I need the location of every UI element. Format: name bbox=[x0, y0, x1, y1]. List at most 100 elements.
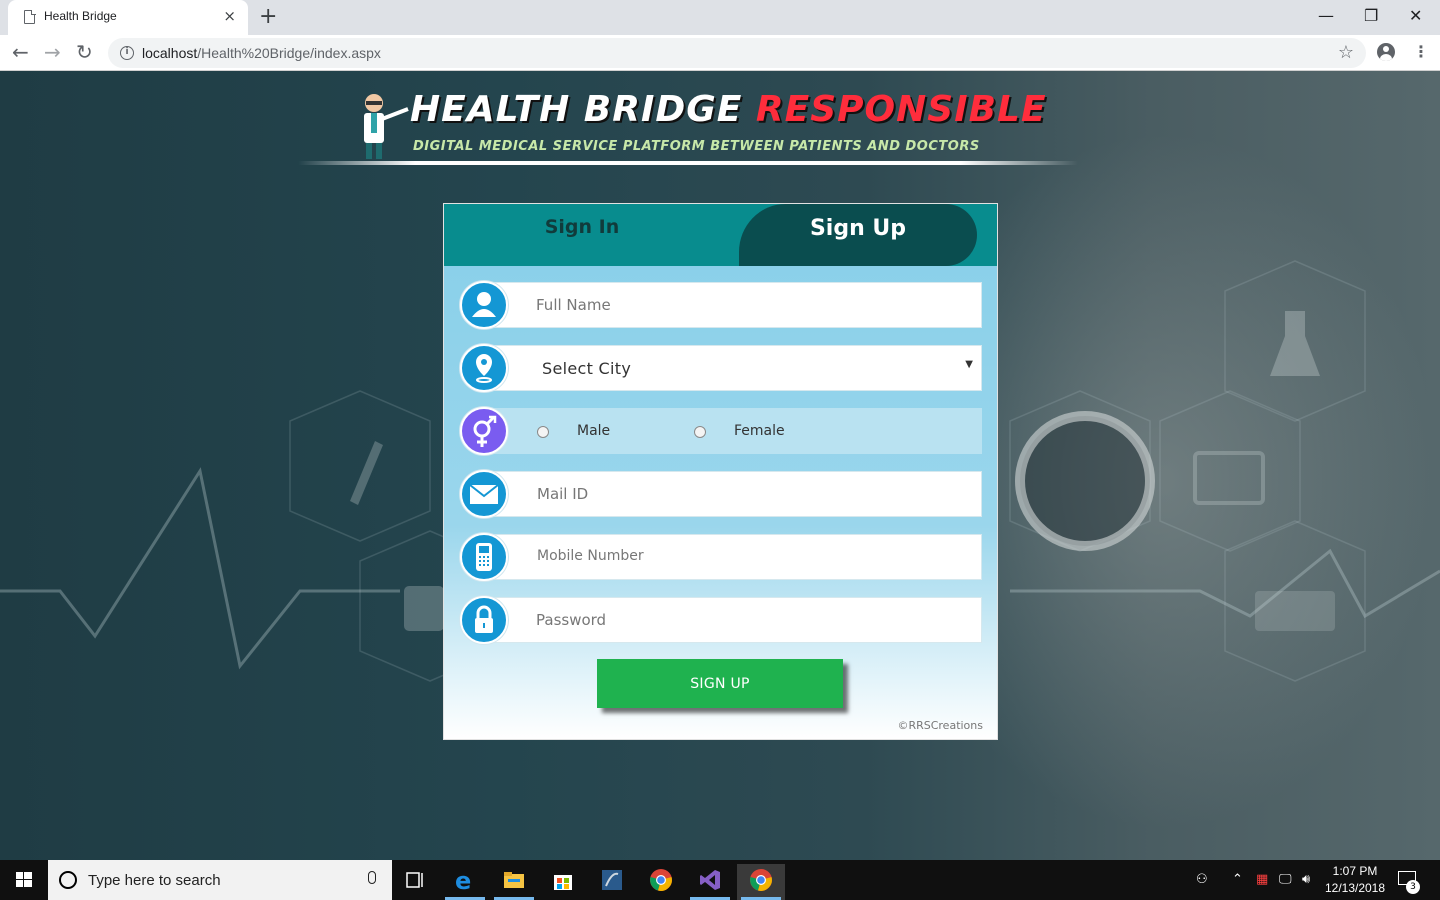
taskbar-clock[interactable]: 1:07 PM 12/13/2018 bbox=[1318, 863, 1392, 897]
taskbar-search-box[interactable]: Type here to search bbox=[48, 860, 392, 900]
mobile-phone-icon bbox=[460, 533, 508, 581]
windows-taskbar: Type here to search e ⚇ ⌃ ▦ 🖵 🔊︎ 1:07 PM… bbox=[0, 860, 1440, 900]
volume-icon[interactable]: 🔊︎ bbox=[1302, 872, 1310, 887]
site-logo: HEALTH BRIDGE RESPONSIBLE DIGITAL MEDICA… bbox=[298, 89, 1078, 169]
microphone-icon[interactable] bbox=[368, 871, 376, 884]
cortana-icon bbox=[59, 871, 77, 889]
chrome-taskbar-button[interactable] bbox=[637, 864, 685, 900]
password-placeholder: Password bbox=[536, 611, 607, 629]
medkit-icon bbox=[404, 586, 444, 631]
doctor-mascot-icon bbox=[364, 94, 409, 159]
tab-sign-up[interactable]: Sign Up bbox=[739, 204, 977, 266]
logo-title: HEALTH BRIDGE RESPONSIBLE bbox=[410, 89, 1047, 130]
edge-icon: e bbox=[455, 868, 471, 892]
restore-button[interactable]: ❐ bbox=[1364, 6, 1378, 25]
location-pin-icon bbox=[460, 344, 508, 392]
logo-underline bbox=[298, 161, 1078, 165]
browser-tab[interactable]: Health Bridge × bbox=[8, 0, 248, 35]
female-radio[interactable] bbox=[694, 426, 706, 438]
notification-count-badge: 3 bbox=[1406, 880, 1420, 894]
address-bar-row: ← → ↻ i localhost/Health%20Bridge/index.… bbox=[0, 35, 1440, 71]
start-button[interactable] bbox=[0, 860, 48, 900]
sql-server-taskbar-button[interactable] bbox=[588, 864, 636, 900]
logo-title-white: HEALTH BRIDGE bbox=[410, 89, 743, 130]
back-arrow-icon[interactable]: ← bbox=[12, 40, 29, 64]
gender-row: Male Female bbox=[460, 407, 982, 456]
copyright-text: ©RRSCreations bbox=[897, 719, 983, 732]
user-icon bbox=[460, 281, 508, 329]
account-icon[interactable] bbox=[1377, 43, 1395, 61]
visual-studio-icon bbox=[700, 870, 720, 890]
logo-title-red: RESPONSIBLE bbox=[755, 89, 1047, 130]
page-icon bbox=[24, 9, 36, 24]
heartbeat-line-left bbox=[0, 467, 400, 670]
female-label[interactable]: Female bbox=[734, 423, 785, 439]
male-radio[interactable] bbox=[537, 426, 549, 438]
edge-taskbar-button[interactable]: e bbox=[441, 864, 489, 900]
mail-input[interactable]: Mail ID bbox=[484, 471, 982, 517]
male-label[interactable]: Male bbox=[577, 423, 610, 439]
full-name-placeholder: Full Name bbox=[536, 296, 611, 314]
syringe-icon bbox=[350, 441, 383, 505]
tab-sign-in[interactable]: Sign In bbox=[444, 204, 720, 266]
chrome-active-taskbar-button[interactable] bbox=[737, 864, 785, 900]
chrome-icon bbox=[750, 869, 772, 891]
full-name-input[interactable]: Full Name bbox=[484, 282, 982, 328]
site-info-icon[interactable]: i bbox=[120, 46, 134, 60]
show-hidden-icons-chevron-icon[interactable]: ⌃ bbox=[1232, 872, 1243, 887]
svg-text:e: e bbox=[455, 868, 471, 892]
mail-row: Mail ID bbox=[460, 470, 982, 519]
browser-menu-icon[interactable]: ⋮ bbox=[1413, 42, 1429, 61]
store-taskbar-button[interactable] bbox=[539, 864, 587, 900]
hex-outline bbox=[289, 390, 431, 542]
gender-radio-group: Male Female bbox=[484, 408, 982, 454]
sql-server-icon bbox=[602, 870, 622, 890]
mobile-row: Mobile Number bbox=[460, 533, 982, 582]
reload-icon[interactable]: ↻ bbox=[76, 40, 93, 64]
tab-close-icon[interactable]: × bbox=[223, 7, 236, 25]
ambulance-icon bbox=[1255, 591, 1335, 631]
omnibox[interactable]: i localhost/Health%20Bridge/index.aspx ☆ bbox=[108, 38, 1366, 68]
flask-icon bbox=[1270, 311, 1320, 376]
search-placeholder: Type here to search bbox=[88, 872, 221, 889]
stethoscope-icon bbox=[1015, 411, 1155, 551]
city-row: Select City ▼ bbox=[460, 344, 982, 393]
url-path: /Health%20Bridge/index.aspx bbox=[197, 45, 381, 61]
full-name-row: Full Name bbox=[460, 281, 982, 330]
task-view-button[interactable] bbox=[392, 864, 440, 900]
minimize-button[interactable]: — bbox=[1318, 6, 1334, 25]
task-view-icon bbox=[406, 872, 423, 888]
people-icon[interactable]: ⚇ bbox=[1196, 872, 1208, 887]
url-text: localhost/Health%20Bridge/index.aspx bbox=[142, 45, 381, 61]
bookmark-star-icon[interactable]: ☆ bbox=[1338, 42, 1354, 63]
mobile-input[interactable]: Mobile Number bbox=[484, 534, 982, 580]
file-explorer-taskbar-button[interactable] bbox=[490, 864, 538, 900]
new-tab-button[interactable]: + bbox=[259, 4, 277, 29]
tab-title: Health Bridge bbox=[44, 9, 117, 23]
gender-symbol-icon bbox=[460, 407, 508, 455]
visual-studio-taskbar-button[interactable] bbox=[686, 864, 734, 900]
chevron-down-icon: ▼ bbox=[965, 359, 973, 370]
app-tray-icon[interactable]: ▦ bbox=[1256, 872, 1268, 887]
mobile-placeholder: Mobile Number bbox=[537, 548, 644, 564]
chrome-icon bbox=[650, 869, 672, 891]
password-input[interactable]: Password bbox=[484, 597, 982, 643]
envelope-icon bbox=[460, 470, 508, 518]
auth-tabs: Sign In Sign Up bbox=[444, 204, 997, 266]
sign-up-button[interactable]: SIGN UP bbox=[597, 659, 843, 708]
forward-arrow-icon[interactable]: → bbox=[44, 40, 61, 64]
page-viewport: HEALTH BRIDGE RESPONSIBLE DIGITAL MEDICA… bbox=[0, 71, 1440, 860]
city-select[interactable]: Select City ▼ bbox=[484, 345, 982, 391]
monitor-icon bbox=[1193, 451, 1265, 505]
store-bag-icon bbox=[554, 875, 572, 890]
clock-date: 12/13/2018 bbox=[1324, 881, 1386, 895]
close-window-button[interactable]: ✕ bbox=[1409, 6, 1422, 25]
folder-icon bbox=[504, 872, 524, 888]
windows-logo-icon bbox=[16, 872, 32, 887]
city-select-value: Select City bbox=[542, 359, 632, 378]
network-icon[interactable]: 🖵 bbox=[1279, 872, 1292, 887]
hex-outline bbox=[1159, 390, 1301, 552]
mail-placeholder: Mail ID bbox=[537, 485, 589, 503]
logo-subtitle: DIGITAL MEDICAL SERVICE PLATFORM BETWEEN… bbox=[413, 139, 980, 154]
password-row: Password bbox=[460, 596, 982, 645]
